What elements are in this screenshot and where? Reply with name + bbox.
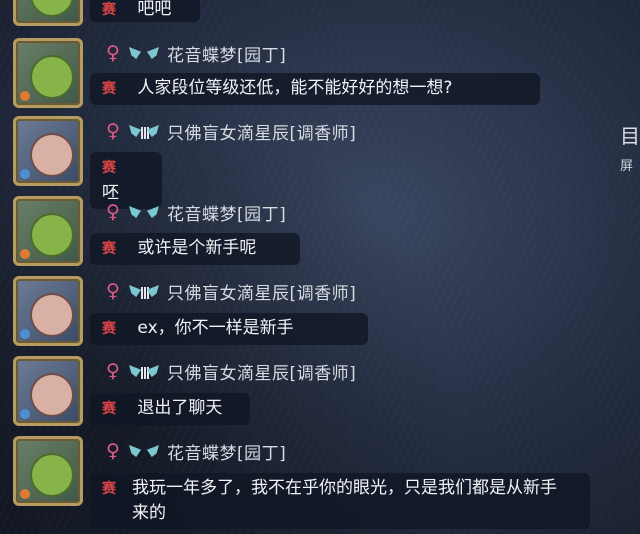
wing-bars-badge-icon: [129, 122, 159, 140]
server-tag: 赛: [102, 321, 116, 337]
sender-row: ♀ 花音蝶梦[园丁]: [103, 41, 286, 66]
female-icon: ♀: [106, 360, 120, 382]
message-text: 吧吧: [137, 0, 172, 19]
message-text: 或许是个新手呢: [137, 238, 257, 258]
message-bubble: 赛我玩一年多了，我不在乎你的眼光，只是我们都是从新手来的: [90, 473, 590, 529]
server-tag: 赛: [102, 2, 116, 18]
avatar[interactable]: [13, 276, 83, 346]
wing-badge-icon: [129, 442, 159, 460]
message-bubble: 赛 退出了聊天: [90, 393, 250, 425]
server-tag: 赛: [102, 401, 116, 417]
sender-row: ♀ 花音蝶梦[园丁]: [103, 439, 286, 464]
female-icon: ♀: [106, 201, 120, 223]
message-text: 退出了聊天: [137, 398, 223, 418]
wing-badge-icon: [129, 44, 159, 62]
message-bubble: 赛 吧吧: [90, 0, 200, 22]
avatar[interactable]: [13, 38, 83, 108]
server-tag: 赛: [102, 481, 116, 497]
message-bubble: 赛 ex，你不一样是新手: [90, 313, 368, 345]
female-icon: ♀: [106, 440, 120, 462]
avatar[interactable]: [13, 356, 83, 426]
message-text: 人家段位等级还低，能不能好好的想一想?: [137, 78, 453, 98]
wing-bars-badge-icon: [129, 282, 159, 300]
message-bubble: 赛 或许是个新手呢: [90, 233, 300, 265]
female-icon: ♀: [106, 120, 120, 142]
female-icon: ♀: [106, 280, 120, 302]
side-glyph: 目: [620, 124, 640, 148]
side-subtext: 屏: [620, 159, 634, 174]
message-text: ex，你不一样是新手: [137, 318, 294, 338]
sender-name[interactable]: 花音蝶梦[园丁]: [167, 439, 286, 464]
sender-name[interactable]: 花音蝶梦[园丁]: [167, 200, 286, 225]
server-tag: 赛: [102, 160, 116, 176]
message-bubble: 赛 人家段位等级还低，能不能好好的想一想?: [90, 73, 540, 105]
server-tag: 赛: [102, 81, 116, 97]
sender-row: ♀ 花音蝶梦[园丁]: [103, 200, 286, 225]
sender-row: ♀ 只佛盲女滴星辰[调香师]: [103, 279, 356, 304]
avatar[interactable]: [13, 196, 83, 266]
sender-name[interactable]: 只佛盲女滴星辰[调香师]: [167, 279, 356, 304]
avatar[interactable]: [13, 436, 83, 506]
female-icon: ♀: [106, 42, 120, 64]
avatar[interactable]: [13, 116, 83, 186]
message-text: 我玩一年多了，我不在乎你的眼光，只是我们都是从新手来的: [132, 478, 557, 523]
sender-name[interactable]: 只佛盲女滴星辰[调香师]: [167, 119, 356, 144]
sender-row: ♀ 只佛盲女滴星辰[调香师]: [103, 359, 356, 384]
sender-name[interactable]: 只佛盲女滴星辰[调香师]: [167, 359, 356, 384]
avatar[interactable]: [13, 0, 83, 26]
server-tag: 赛: [102, 241, 116, 257]
sender-row: ♀ 只佛盲女滴星辰[调香师]: [103, 119, 356, 144]
sender-name[interactable]: 花音蝶梦[园丁]: [167, 41, 286, 66]
wing-bars-badge-icon: [129, 362, 159, 380]
wing-badge-icon: [129, 203, 159, 221]
side-panel-edge: 目 屏: [620, 120, 640, 174]
